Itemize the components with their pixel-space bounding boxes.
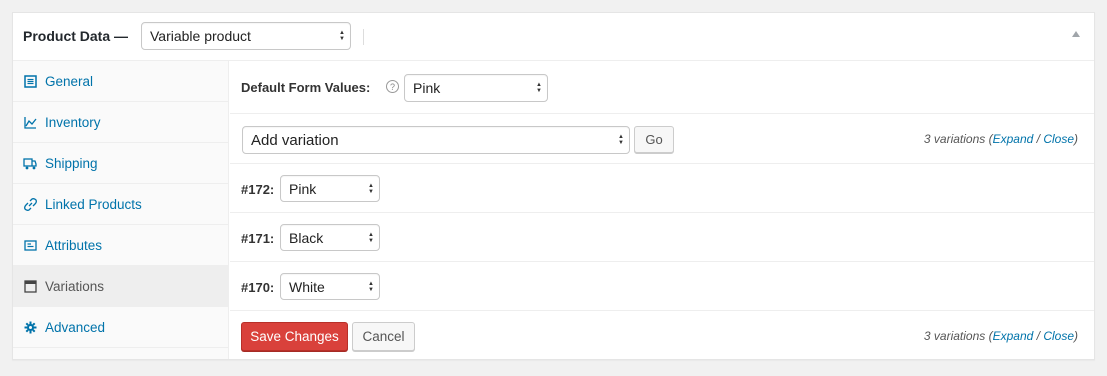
default-form-row: Default Form Values: ? Pink ▲ ▼: [230, 61, 1094, 114]
variation-attribute-select[interactable]: Black ▲ ▼: [280, 224, 380, 251]
variation-count-separator: /: [1033, 329, 1044, 343]
tab-general[interactable]: General: [13, 61, 228, 102]
variation-attribute-select[interactable]: Pink ▲ ▼: [280, 175, 380, 202]
variations-icon: [23, 279, 37, 293]
panel-header: Product Data — Variable product ▲ ▼: [13, 13, 1094, 61]
add-variation-value: Add variation: [251, 131, 339, 149]
tab-attributes-label: Attributes: [45, 237, 103, 253]
save-changes-button[interactable]: Save Changes: [241, 322, 348, 351]
tab-linked-products-label: Linked Products: [45, 196, 142, 212]
add-variation-select[interactable]: Add variation ▲ ▼: [242, 126, 630, 154]
tab-variations-label: Variations: [45, 278, 105, 294]
default-form-label: Default Form Values:: [241, 80, 371, 95]
expand-link[interactable]: Expand: [993, 329, 1034, 343]
default-form-select[interactable]: Pink ▲ ▼: [404, 74, 548, 102]
tab-shipping-label: Shipping: [45, 155, 98, 171]
attributes-icon: [23, 238, 37, 252]
select-arrows-icon: ▲ ▼: [339, 30, 345, 42]
variation-row: #172: Pink ▲ ▼: [230, 164, 1094, 213]
expand-link[interactable]: Expand: [993, 132, 1034, 146]
product-data-panel: Product Data — Variable product ▲ ▼ Gener…: [12, 12, 1095, 360]
variation-count-suffix: ): [1074, 329, 1078, 343]
variation-count: 3 variations (Expand / Close): [924, 132, 1078, 146]
product-type-select[interactable]: Variable product ▲ ▼: [141, 22, 351, 50]
variation-count-prefix: 3 variations (: [923, 329, 993, 343]
default-form-value: Pink: [413, 80, 441, 96]
variation-count-suffix: ): [1074, 132, 1078, 146]
go-button[interactable]: Go: [634, 126, 674, 153]
select-arrows-icon: ▲ ▼: [618, 134, 624, 146]
tab-shipping[interactable]: Shipping: [13, 143, 228, 184]
tab-linked-products[interactable]: Linked Products: [13, 184, 228, 225]
header-divider: [363, 29, 364, 45]
product-data-tabs: General Inventory Shipping Linked Produc…: [13, 61, 229, 359]
variation-id: #170:: [241, 280, 275, 295]
variation-attribute-value: Black: [289, 229, 324, 246]
help-icon[interactable]: ?: [386, 80, 399, 93]
add-variation-row: Add variation ▲ ▼ Go 3 variations (Expand…: [230, 114, 1094, 164]
tab-variations[interactable]: Variations: [13, 266, 228, 307]
tab-attributes[interactable]: Attributes: [13, 225, 228, 266]
select-arrows-icon: ▲ ▼: [536, 82, 542, 94]
shipping-icon: [23, 156, 37, 170]
tab-inventory[interactable]: Inventory: [13, 102, 228, 143]
tab-advanced-label: Advanced: [45, 319, 106, 335]
select-arrows-icon: ▲ ▼: [368, 280, 374, 293]
close-link[interactable]: Close: [1043, 329, 1074, 343]
variation-id: #171:: [241, 231, 275, 246]
variation-attribute-value: White: [289, 278, 325, 295]
inventory-icon: [23, 115, 37, 129]
variation-count-prefix: 3 variations (: [923, 132, 993, 146]
select-arrows-icon: ▲ ▼: [368, 231, 374, 244]
panel-title: Product Data —: [23, 28, 129, 44]
variation-row: #171: Black ▲ ▼: [230, 213, 1094, 262]
variations-panel: Default Form Values: ? Pink ▲ ▼ Add varia…: [230, 61, 1094, 359]
general-icon: [23, 74, 37, 88]
collapse-arrow-icon[interactable]: [1072, 31, 1080, 37]
link-icon: [23, 197, 37, 211]
product-type-value: Variable product: [150, 28, 251, 44]
gear-icon: [23, 320, 37, 334]
close-link[interactable]: Close: [1043, 132, 1074, 146]
variation-count: 3 variations (Expand / Close): [924, 329, 1078, 343]
select-arrows-icon: ▲ ▼: [368, 182, 374, 195]
cancel-button[interactable]: Cancel: [352, 322, 415, 351]
variation-attribute-select[interactable]: White ▲ ▼: [280, 273, 380, 300]
variation-attribute-value: Pink: [289, 180, 317, 197]
tab-advanced[interactable]: Advanced: [13, 307, 228, 348]
variation-row: #170: White ▲ ▼: [230, 262, 1094, 311]
variation-count-separator: /: [1033, 132, 1044, 146]
tab-inventory-label: Inventory: [45, 114, 101, 130]
variation-id: #172:: [241, 182, 275, 197]
tab-general-label: General: [45, 73, 94, 89]
